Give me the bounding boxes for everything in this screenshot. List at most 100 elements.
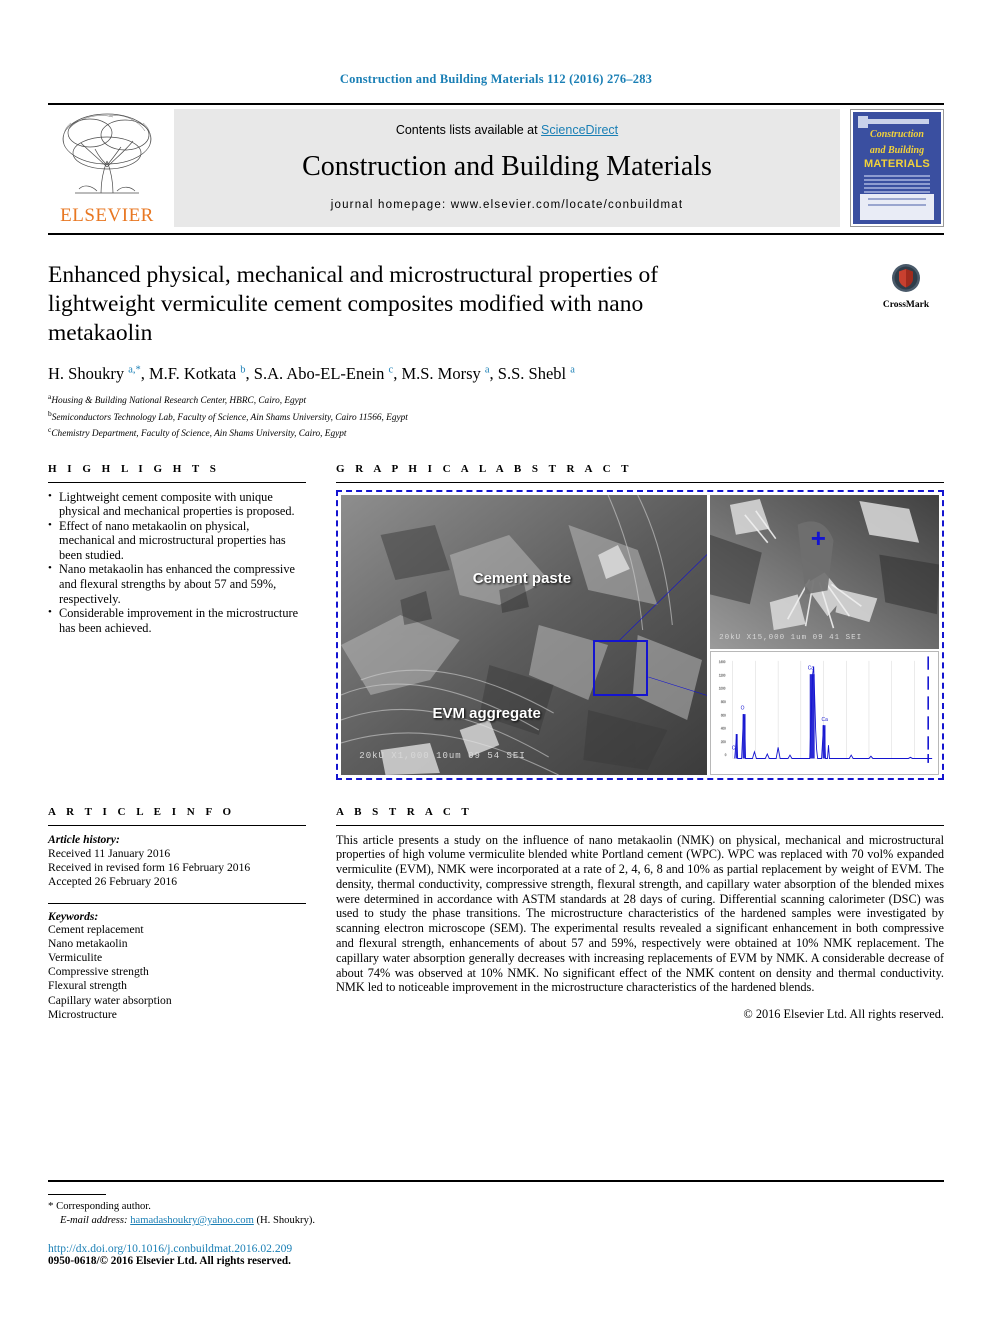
abstract-copyright: © 2016 Elsevier Ltd. All rights reserved… bbox=[743, 1007, 944, 1022]
article-history-revised: Received in revised form 16 February 201… bbox=[48, 860, 251, 874]
page-footer: * Corresponding author. E-mail address: … bbox=[48, 1180, 944, 1267]
svg-text:400: 400 bbox=[721, 726, 726, 730]
svg-text:800: 800 bbox=[721, 699, 726, 703]
email-note: E-mail address: hamadashoukry@yahoo.com … bbox=[48, 1214, 944, 1228]
email-label: E-mail address: bbox=[60, 1215, 128, 1226]
keyword-item: Capillary water absorption bbox=[48, 993, 172, 1007]
highlights-heading: H I G H L I G H T S bbox=[48, 462, 220, 475]
masthead-top-rule bbox=[48, 103, 944, 105]
crossmark-icon[interactable] bbox=[868, 263, 944, 298]
highlights-section: H I G H L I G H T S Lightweight cement c… bbox=[48, 463, 306, 780]
svg-text:1200: 1200 bbox=[719, 673, 726, 677]
list-item: Lightweight cement composite with unique… bbox=[48, 488, 306, 519]
region-of-interest-box bbox=[593, 640, 649, 697]
keyword-item: Vermiculite bbox=[48, 950, 103, 964]
graphical-abstract-section: G R A P H I C A L A B S T R A C T Cement… bbox=[336, 463, 944, 780]
keyword-item: Cement replacement bbox=[48, 922, 144, 936]
crossmark-label: CrossMark bbox=[882, 300, 930, 310]
affiliation-text-b: Semiconductors Technology Lab, Faculty o… bbox=[51, 412, 408, 423]
eds-spot-marker-icon: + bbox=[810, 523, 826, 554]
abstract-body: This article presents a study on the inf… bbox=[336, 832, 944, 995]
affiliation-text-c: Chemistry Department, Faculty of Science… bbox=[51, 429, 347, 440]
svg-text:1400: 1400 bbox=[719, 659, 726, 663]
article-history-label: Article history: bbox=[48, 832, 120, 846]
footnote-rule bbox=[48, 1194, 106, 1195]
journal-cover-thumbnail: Construction and Building MATERIALS bbox=[850, 109, 944, 227]
sem-scalebar-detail: 20kU X15,000 1um 09 41 SEI bbox=[719, 634, 863, 643]
keywords-rule bbox=[48, 902, 306, 904]
affiliation-a: aHousing & Building National Research Ce… bbox=[48, 391, 944, 408]
issn-copyright: 0950-0618/© 2016 Elsevier Ltd. All right… bbox=[48, 1255, 291, 1267]
eds-peak-label-c: C bbox=[732, 745, 736, 751]
keyword-item: Nano metakaolin bbox=[48, 936, 128, 950]
affiliation-c: cChemistry Department, Faculty of Scienc… bbox=[48, 424, 944, 441]
cover-elsevier-mark bbox=[858, 116, 868, 128]
eds-peak-label-ca2: Ca bbox=[822, 716, 828, 722]
abstract-section: A B S T R A C T This article presents a … bbox=[336, 806, 944, 1023]
cover-top-bar bbox=[865, 119, 929, 124]
sem-label-evm-aggregate: EVM aggregate bbox=[432, 704, 541, 722]
list-item: Considerable improvement in the microstr… bbox=[48, 605, 306, 635]
article-info-section: A R T I C L E I N F O Article history: R… bbox=[48, 806, 306, 1023]
svg-text:0: 0 bbox=[725, 753, 727, 757]
keyword-item: Compressive strength bbox=[48, 965, 149, 979]
contents-line: Contents lists available at ScienceDirec… bbox=[396, 123, 618, 137]
graphical-abstract-rule bbox=[336, 481, 944, 483]
email-link[interactable]: hamadashoukry@yahoo.com bbox=[130, 1215, 254, 1226]
elsevier-wordmark: ELSEVIER bbox=[60, 205, 154, 226]
sem-label-cement-paste: Cement paste bbox=[472, 570, 572, 588]
journal-homepage[interactable]: journal homepage: www.elsevier.com/locat… bbox=[331, 199, 684, 211]
title-block: Enhanced physical, mechanical and micros… bbox=[48, 261, 944, 441]
eds-peak-label-ca1: Ca bbox=[808, 665, 814, 671]
affiliation-text-a: Housing & Building National Research Cen… bbox=[51, 396, 307, 407]
crossmark-badge[interactable]: CrossMark bbox=[868, 263, 944, 310]
author-list: H. Shoukry a,*, M.F. Kotkata b, S.A. Abo… bbox=[48, 364, 575, 383]
svg-text:200: 200 bbox=[721, 739, 726, 743]
highlights-and-graphical-abstract: H I G H L I G H T S Lightweight cement c… bbox=[48, 463, 944, 780]
footer-rule bbox=[48, 1180, 944, 1182]
abstract-rule bbox=[336, 824, 944, 826]
page-title: Enhanced physical, mechanical and micros… bbox=[48, 262, 659, 346]
affiliation-b: bSemiconductors Technology Lab, Faculty … bbox=[48, 408, 944, 425]
eds-peak-label-o: O bbox=[741, 705, 745, 711]
cover-title-line1: Construction bbox=[870, 129, 924, 140]
sem-micrograph-overview: Cement paste EVM aggregate 20kU X1,000 1… bbox=[341, 494, 707, 775]
contents-prefix: Contents lists available at bbox=[395, 123, 542, 137]
elsevier-tree-icon bbox=[55, 109, 159, 201]
journal-masthead: ELSEVIER Contents lists available at Sci… bbox=[48, 103, 944, 235]
article-history-received: Received 11 January 2016 bbox=[48, 846, 171, 860]
journal-banner: Contents lists available at ScienceDirec… bbox=[174, 109, 840, 227]
affiliation-list: aHousing & Building National Research Ce… bbox=[48, 391, 944, 441]
sem-scalebar-overview: 20kU X1,000 10um 09 54 SEI bbox=[359, 750, 526, 761]
eds-spectrum-chart: C O Ca Ca 1400 1200 1000 800 600 400 200… bbox=[709, 650, 939, 775]
running-head: Construction and Building Materials 112 … bbox=[339, 72, 653, 86]
email-suffix: (H. Shoukry). bbox=[256, 1215, 316, 1226]
sem-micrograph-detail: + 20kU X15,000 1um 09 41 SEI bbox=[709, 494, 939, 649]
cover-footer-panel bbox=[860, 194, 934, 220]
highlights-list: Lightweight cement composite with unique… bbox=[48, 488, 306, 636]
article-info-heading: A R T I C L E I N F O bbox=[48, 805, 236, 818]
corresponding-author-note: * Corresponding author. bbox=[48, 1199, 944, 1214]
keyword-item: Flexural strength bbox=[48, 979, 127, 993]
elsevier-logo: ELSEVIER bbox=[48, 109, 166, 227]
list-item: Nano metakaolin has enhanced the compres… bbox=[48, 561, 306, 606]
sciencedirect-link[interactable]: ScienceDirect bbox=[541, 123, 618, 137]
cover-blurb bbox=[863, 175, 931, 195]
journal-title: Construction and Building Materials bbox=[302, 151, 712, 182]
cover-title-line3: MATERIALS bbox=[863, 158, 931, 170]
corresponding-marker: * bbox=[48, 1200, 54, 1212]
article-history-accepted: Accepted 26 February 2016 bbox=[48, 874, 178, 888]
doi-link[interactable]: http://dx.doi.org/10.1016/j.conbuildmat.… bbox=[48, 1242, 944, 1255]
article-info-rule bbox=[48, 824, 306, 826]
graphical-abstract-figure: Cement paste EVM aggregate 20kU X1,000 1… bbox=[336, 489, 944, 780]
keyword-item: Microstructure bbox=[48, 1007, 117, 1021]
corresponding-author-text: Corresponding author. bbox=[56, 1201, 151, 1212]
highlights-rule bbox=[48, 481, 306, 483]
abstract-heading: A B S T R A C T bbox=[336, 805, 473, 818]
svg-text:1000: 1000 bbox=[719, 686, 726, 690]
masthead-bottom-rule bbox=[48, 233, 944, 235]
article-first-page: Construction and Building Materials 112 … bbox=[0, 0, 992, 1323]
graphical-abstract-heading: G R A P H I C A L A B S T R A C T bbox=[336, 462, 633, 475]
list-item: Effect of nano metakaolin on physical, m… bbox=[48, 518, 306, 563]
articleinfo-and-abstract: A R T I C L E I N F O Article history: R… bbox=[48, 806, 944, 1023]
